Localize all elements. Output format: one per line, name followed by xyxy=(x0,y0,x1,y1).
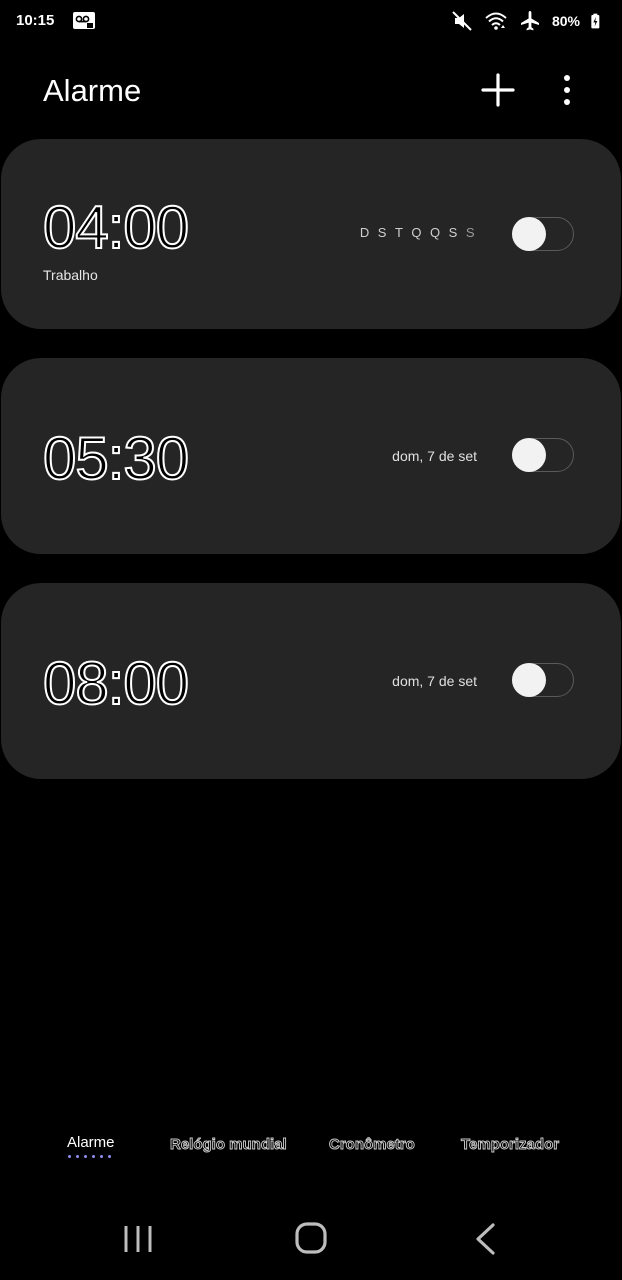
tab-alarm[interactable]: Alarme xyxy=(67,1134,115,1151)
battery-charging-icon xyxy=(591,13,600,29)
voicemail-icon xyxy=(73,12,95,29)
alarm-label: Trabalho xyxy=(43,267,98,283)
day-friday: S xyxy=(448,225,458,240)
alarm-toggle[interactable] xyxy=(512,438,574,472)
bottom-tab-bar: Alarme Relógio mundial Cronômetro Tempor… xyxy=(0,1130,622,1170)
alarm-time: 04:00 xyxy=(42,193,190,262)
plus-icon xyxy=(481,73,515,107)
alarm-date: dom, 7 de set xyxy=(392,673,477,689)
add-alarm-button[interactable] xyxy=(480,72,516,108)
day-monday: S xyxy=(377,225,387,240)
alarm-card[interactable]: 04:00 Trabalho D S T Q Q S S xyxy=(1,139,621,329)
alarm-card[interactable]: 05:30 dom, 7 de set xyxy=(1,358,621,554)
status-time: 10:15 xyxy=(16,12,55,29)
page-title: Alarme xyxy=(43,73,142,108)
recents-icon xyxy=(124,1226,152,1252)
active-tab-indicator xyxy=(68,1155,111,1158)
back-button[interactable] xyxy=(473,1222,497,1256)
alarm-time: 08:00 xyxy=(42,649,190,718)
alarm-time: 05:30 xyxy=(42,424,190,493)
back-icon xyxy=(476,1223,495,1255)
alarm-card[interactable]: 08:00 dom, 7 de set xyxy=(1,583,621,779)
toggle-knob xyxy=(512,663,546,697)
alarm-toggle[interactable] xyxy=(512,663,574,697)
alarm-repeat-days: D S T Q Q S S xyxy=(360,225,475,240)
airplane-mode-icon xyxy=(520,11,539,31)
more-vertical-icon xyxy=(564,75,570,105)
more-options-button[interactable] xyxy=(554,72,580,108)
alarm-date: dom, 7 de set xyxy=(392,448,477,464)
tab-stopwatch[interactable]: Cronômetro xyxy=(329,1136,416,1154)
toggle-knob xyxy=(512,438,546,472)
toggle-knob xyxy=(512,217,546,251)
tab-world-clock[interactable]: Relógio mundial xyxy=(170,1136,288,1154)
home-button[interactable] xyxy=(294,1221,328,1255)
recents-button[interactable] xyxy=(122,1224,154,1254)
wifi-icon xyxy=(485,12,507,30)
mute-icon xyxy=(452,11,472,31)
day-sunday: D xyxy=(359,225,370,240)
home-icon xyxy=(295,1222,327,1254)
day-saturday: S xyxy=(465,225,475,240)
day-wednesday: Q xyxy=(411,225,423,240)
alarm-toggle[interactable] xyxy=(512,217,574,251)
day-tuesday: T xyxy=(394,225,404,240)
tab-timer[interactable]: Temporizador xyxy=(461,1136,560,1154)
day-thursday: Q xyxy=(430,225,441,240)
system-navigation-bar xyxy=(0,1200,622,1280)
battery-percentage: 80% xyxy=(551,13,580,29)
status-bar: 10:15 80% xyxy=(0,0,622,42)
